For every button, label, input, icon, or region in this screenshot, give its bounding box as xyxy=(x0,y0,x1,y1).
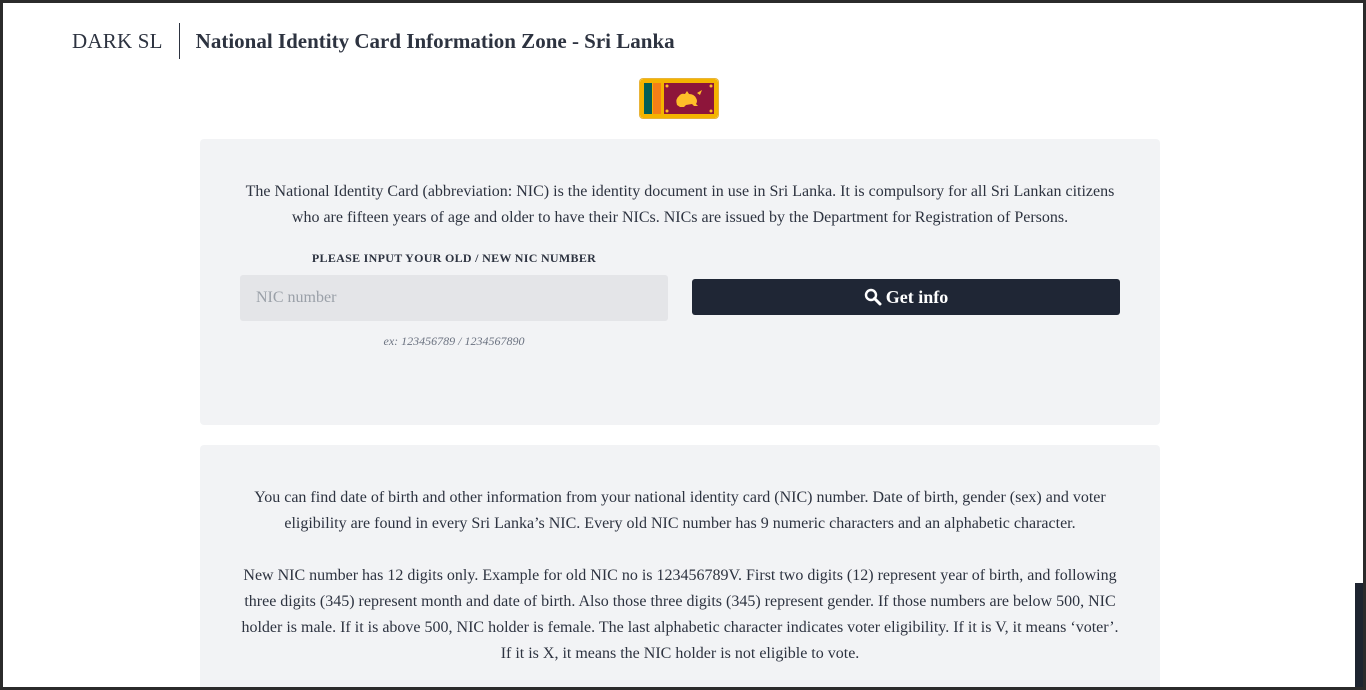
nic-number-input[interactable] xyxy=(240,275,668,321)
nic-info-paragraph: New NIC number has 12 digits only. Examp… xyxy=(241,567,1119,662)
search-icon xyxy=(864,288,882,306)
nic-lookup-card: The National Identity Card (abbreviation… xyxy=(200,139,1160,425)
nic-info-card: You can find date of birth and other inf… xyxy=(200,445,1160,690)
nic-info-paragraph: You can find date of birth and other inf… xyxy=(254,489,1106,532)
brand-logo-text[interactable]: DARK SL xyxy=(72,23,180,59)
get-info-button[interactable]: Get info xyxy=(692,279,1120,315)
sri-lanka-flag-icon xyxy=(640,79,718,118)
page-title: National Identity Card Information Zone … xyxy=(195,29,675,53)
get-info-button-label: Get info xyxy=(885,286,949,307)
scrollbar-thumb[interactable] xyxy=(1355,583,1363,687)
nic-format-hint: ex: 123456789 / 1234567890 xyxy=(383,334,525,348)
nic-input-label: PLEASE INPUT YOUR OLD / NEW NIC NUMBER xyxy=(311,251,597,265)
nic-intro-text: The National Identity Card (abbreviation… xyxy=(245,183,1115,226)
site-header: DARK SL National Identity Card Informati… xyxy=(72,23,675,59)
